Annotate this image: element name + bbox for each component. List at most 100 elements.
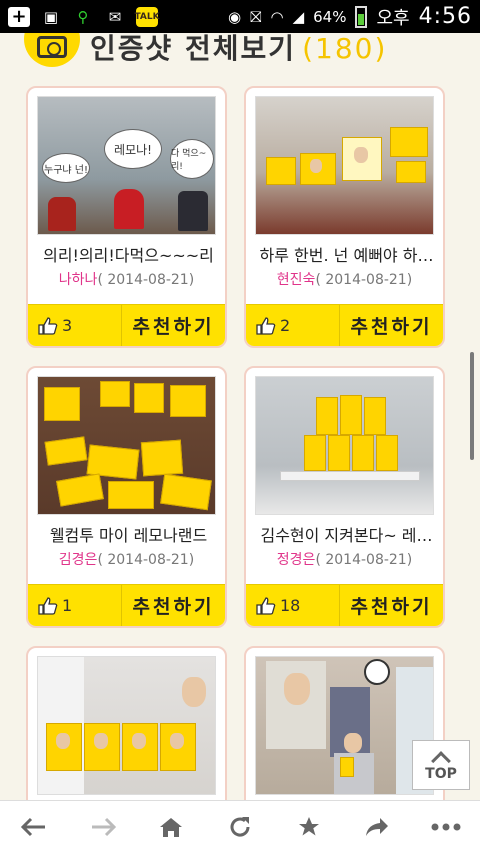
speech-bubble: 다 먹으~리!	[170, 139, 214, 179]
battery-percent: 64%	[313, 7, 347, 26]
recommend-button[interactable]: 추천하기	[122, 312, 225, 339]
card-photo[interactable]	[255, 656, 434, 795]
card-meta: 정경은( 2014-08-21)	[246, 549, 443, 569]
card-photo[interactable]	[255, 96, 434, 235]
photo-card[interactable]	[26, 646, 227, 826]
card-action-bar: 3 추천하기	[28, 304, 225, 346]
mute-icon: ⛝	[250, 7, 262, 26]
card-photo[interactable]: 누구냐 넌! 레모나! 다 먹으~리!	[37, 96, 216, 235]
product-box	[170, 385, 206, 417]
like-count: 3	[28, 305, 122, 346]
scroll-to-top-button[interactable]: TOP	[412, 740, 470, 790]
camera-icon	[37, 36, 67, 58]
product-box	[108, 481, 154, 509]
card-title[interactable]: 하루 한번. 넌 예뻐야 하…	[254, 242, 439, 266]
face-print	[56, 733, 70, 749]
photo-card[interactable]: 하루 한번. 넌 예뻐야 하… 현진숙( 2014-08-21) 2 추천하기	[244, 86, 445, 348]
photo-card[interactable]	[244, 646, 445, 826]
forward-arrow-icon[interactable]	[78, 807, 128, 847]
batman-figure	[178, 191, 208, 231]
face-print	[344, 733, 362, 753]
face-print	[182, 677, 206, 707]
card-meta: 현진숙( 2014-08-21)	[246, 269, 443, 289]
product-box	[304, 435, 326, 471]
speech-bubble: 누구냐 넌!	[42, 153, 90, 183]
ironman-figure	[48, 197, 76, 231]
card-title[interactable]: 의리!의리!다먹으~~~리	[36, 242, 221, 266]
card-photo[interactable]	[37, 656, 216, 795]
status-bar: + ▣ ⚲ ✉ TALK ◉ ⛝ ◠ ◢ 64% 오후 4:56	[0, 0, 480, 33]
face-print	[354, 147, 368, 163]
recommend-button[interactable]: 추천하기	[122, 592, 225, 619]
like-count: 18	[246, 585, 340, 626]
recommend-button[interactable]: 추천하기	[340, 312, 443, 339]
card-action-bar: 18 추천하기	[246, 584, 443, 626]
browser-bottom-nav	[0, 800, 480, 853]
battery-icon	[355, 5, 368, 28]
photo-card[interactable]: 웰컴투 마이 레모나랜드 김경은( 2014-08-21) 1 추천하기	[26, 366, 227, 628]
search-icon: ⚲	[77, 7, 89, 26]
card-photo[interactable]	[255, 376, 434, 515]
like-count: 1	[28, 585, 122, 626]
like-number: 18	[280, 596, 301, 615]
thumbs-up-icon	[38, 316, 58, 335]
card-title[interactable]: 김수현이 지켜본다~ 레…	[254, 522, 439, 546]
card-title[interactable]: 웰컴투 마이 레모나랜드	[36, 522, 221, 546]
page-title: 인증샷 전체보기 (180)	[90, 33, 387, 67]
product-box	[352, 435, 374, 471]
back-arrow-icon[interactable]	[9, 807, 59, 847]
speech-bubble: 레모나!	[104, 129, 162, 169]
like-count: 2	[246, 305, 340, 346]
mail-icon: ✉	[108, 7, 122, 26]
product-box	[160, 473, 212, 511]
kakaotalk-icon: TALK	[134, 6, 160, 27]
shelf	[280, 471, 420, 481]
product-box	[266, 157, 296, 185]
card-date: ( 2014-08-21)	[97, 552, 195, 568]
recommend-button[interactable]: 추천하기	[340, 592, 443, 619]
photo-card[interactable]: 김수현이 지켜본다~ 레… 정경은( 2014-08-21) 18 추천하기	[244, 366, 445, 628]
more-icon[interactable]	[421, 807, 471, 847]
product-box	[390, 127, 428, 157]
spiderman-figure	[114, 189, 144, 229]
wall-clock	[364, 659, 390, 685]
product-box	[316, 397, 338, 435]
wifi-icon: ◠	[270, 7, 284, 26]
star-icon[interactable]	[284, 807, 334, 847]
share-icon[interactable]	[352, 807, 402, 847]
like-number: 3	[62, 316, 73, 335]
scrollbar[interactable]	[470, 352, 474, 460]
card-action-bar: 1 추천하기	[28, 584, 225, 626]
product-box	[140, 439, 184, 477]
product-box	[100, 381, 130, 407]
card-meta: 김경은( 2014-08-21)	[28, 549, 225, 569]
face-print	[94, 733, 108, 749]
reload-icon[interactable]	[215, 807, 265, 847]
card-photo[interactable]	[37, 376, 216, 515]
card-meta: 나하나( 2014-08-21)	[28, 269, 225, 289]
image-icon: ▣	[43, 7, 59, 26]
face-print	[284, 673, 310, 705]
card-date: ( 2014-08-21)	[97, 272, 195, 288]
product-box	[396, 161, 426, 183]
product-box	[376, 435, 398, 471]
eye-icon: ◉	[227, 7, 242, 26]
thumbs-up-icon	[256, 316, 276, 335]
product-box	[44, 387, 80, 421]
card-action-bar: 2 추천하기	[246, 304, 443, 346]
card-author: 나하나	[58, 272, 98, 288]
card-author: 현진숙	[276, 272, 316, 288]
product-box	[44, 436, 88, 466]
face-print	[310, 159, 322, 173]
photo-card[interactable]: 누구냐 넌! 레모나! 다 먹으~리! 의리!의리!다먹으~~~리 나하나( 2…	[26, 86, 227, 348]
product-box	[328, 435, 350, 471]
card-author: 김경은	[58, 552, 98, 568]
page-header: 인증샷 전체보기 (180)	[0, 33, 480, 83]
home-icon[interactable]	[146, 807, 196, 847]
card-date: ( 2014-08-21)	[315, 552, 413, 568]
page-title-text: 인증샷 전체보기	[90, 33, 297, 65]
signal-icon: ◢	[292, 7, 305, 26]
card-author: 정경은	[276, 552, 316, 568]
total-count: (180)	[302, 33, 388, 65]
like-number: 1	[62, 596, 73, 615]
